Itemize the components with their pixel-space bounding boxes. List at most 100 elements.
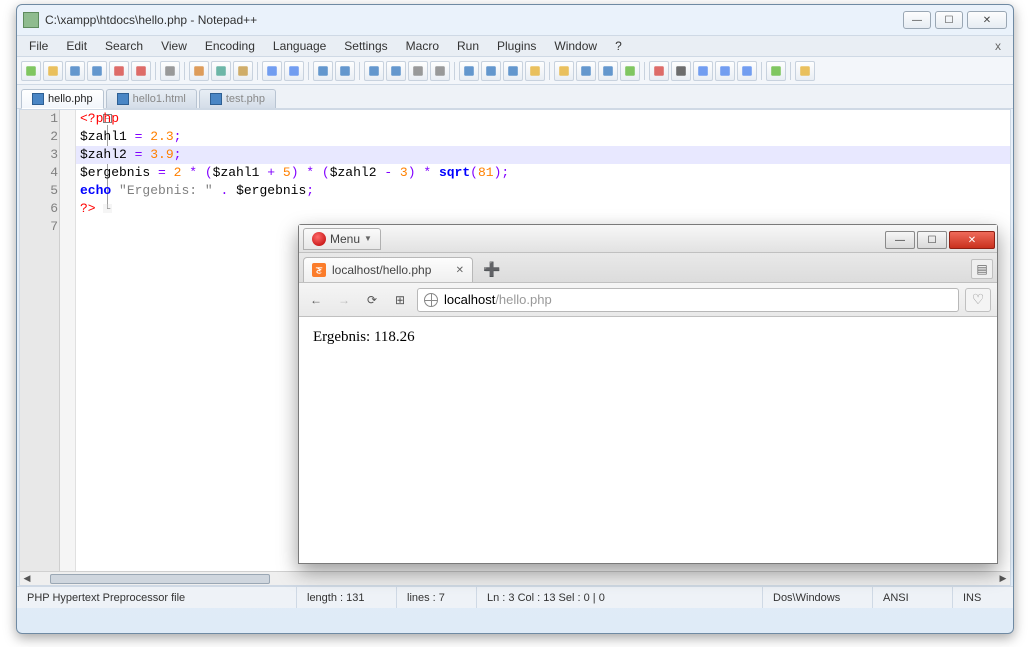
file-tab-test-php[interactable]: test.php bbox=[199, 89, 276, 108]
menu-macro[interactable]: Macro bbox=[398, 36, 447, 56]
toolbar-open-folder-icon[interactable] bbox=[795, 61, 815, 81]
toolbar-zoom-in-icon[interactable] bbox=[364, 61, 384, 81]
line-number: 4 bbox=[20, 164, 58, 182]
code-line[interactable]: echo "Ergebnis: " . $ergebnis; bbox=[76, 182, 1010, 200]
toolbar-play-icon[interactable] bbox=[693, 61, 713, 81]
browser-menu-button[interactable]: Menu ▼ bbox=[303, 228, 381, 250]
bookmark-button[interactable]: ♡ bbox=[965, 288, 991, 312]
menu-search[interactable]: Search bbox=[97, 36, 151, 56]
toolbar-show-all-icon[interactable] bbox=[481, 61, 501, 81]
toolbar-stop-icon[interactable] bbox=[671, 61, 691, 81]
fold-gutter: − └ bbox=[60, 110, 76, 585]
browser-navbar: ← → ⟳ ⊞ localhost/hello.php ♡ bbox=[299, 283, 997, 317]
toolbar-record-icon[interactable] bbox=[649, 61, 669, 81]
toolbar-zoom-out-icon[interactable] bbox=[386, 61, 406, 81]
notepadpp-file-tabs: hello.php hello1.htmltest.php bbox=[17, 85, 1013, 109]
speed-dial-button[interactable]: ⊞ bbox=[389, 289, 411, 311]
browser-tab[interactable]: ਣ localhost/hello.php ✕ bbox=[303, 257, 473, 282]
tab-close-icon[interactable]: ✕ bbox=[456, 265, 464, 276]
toolbar-sync-v-icon[interactable] bbox=[408, 61, 428, 81]
file-tab-hello-php[interactable]: hello.php bbox=[21, 89, 104, 109]
file-icon bbox=[32, 93, 44, 105]
toolbar-print-icon[interactable] bbox=[160, 61, 180, 81]
page-output-text: Ergebnis: 118.26 bbox=[313, 329, 415, 345]
toolbar-user-lang-icon[interactable] bbox=[525, 61, 545, 81]
toolbar-sync-h-icon[interactable] bbox=[430, 61, 450, 81]
toolbar-close-all-icon[interactable] bbox=[131, 61, 151, 81]
menu-plugins[interactable]: Plugins bbox=[489, 36, 544, 56]
notepadpp-title: C:\xampp\htdocs\hello.php - Notepad++ bbox=[45, 13, 903, 27]
toolbar-fast-fwd-icon[interactable] bbox=[715, 61, 735, 81]
new-tab-button[interactable]: ➕ bbox=[477, 257, 506, 282]
status-bar: PHP Hypertext Preprocessor file length :… bbox=[17, 586, 1013, 608]
toolbar-open-file-icon[interactable] bbox=[43, 61, 63, 81]
minimize-button[interactable]: — bbox=[903, 11, 931, 29]
line-number: 5 bbox=[20, 182, 58, 200]
scroll-right-arrow[interactable]: ▶ bbox=[996, 573, 1010, 585]
code-line[interactable]: $zahl2 = 3.9; bbox=[76, 146, 1010, 164]
code-line[interactable]: <?php bbox=[76, 110, 1010, 128]
line-number: 3 bbox=[20, 146, 58, 164]
toolbar-redo-icon[interactable] bbox=[284, 61, 304, 81]
toolbar-cut-icon[interactable] bbox=[189, 61, 209, 81]
status-mode: INS bbox=[953, 587, 1013, 608]
notepadpp-toolbar bbox=[17, 57, 1013, 85]
toolbar-separator bbox=[549, 62, 550, 80]
notepadpp-app-icon bbox=[23, 12, 39, 28]
line-number-gutter: 1234567 bbox=[20, 110, 60, 585]
browser-menu-label: Menu bbox=[330, 232, 360, 246]
horizontal-scrollbar[interactable]: ◀ ▶ bbox=[20, 571, 1010, 585]
toolbar-indent-guide-icon[interactable] bbox=[503, 61, 523, 81]
panel-toggle-button[interactable]: ▤ bbox=[971, 259, 993, 279]
toolbar-new-file-icon[interactable] bbox=[21, 61, 41, 81]
menu-language[interactable]: Language bbox=[265, 36, 334, 56]
file-tab-label: hello.php bbox=[48, 93, 93, 105]
toolbar-doc-map-icon[interactable] bbox=[576, 61, 596, 81]
toolbar-replace-icon[interactable] bbox=[335, 61, 355, 81]
toolbar-copy-icon[interactable] bbox=[211, 61, 231, 81]
toolbar-play-multi-icon[interactable] bbox=[737, 61, 757, 81]
toolbar-word-wrap-icon[interactable] bbox=[459, 61, 479, 81]
menu-encoding[interactable]: Encoding bbox=[197, 36, 263, 56]
browser-close-button[interactable]: ✕ bbox=[949, 231, 995, 249]
toolbar-undo-icon[interactable] bbox=[262, 61, 282, 81]
menu-settings[interactable]: Settings bbox=[336, 36, 395, 56]
menubar-close-icon[interactable]: x bbox=[987, 37, 1009, 55]
toolbar-find-icon[interactable] bbox=[313, 61, 333, 81]
status-position: Ln : 3 Col : 13 Sel : 0 | 0 bbox=[477, 587, 763, 608]
notepadpp-titlebar[interactable]: C:\xampp\htdocs\hello.php - Notepad++ — … bbox=[17, 5, 1013, 35]
close-button[interactable]: ✕ bbox=[967, 11, 1007, 29]
toolbar-monitor-icon[interactable] bbox=[620, 61, 640, 81]
toolbar-spellcheck-icon[interactable] bbox=[766, 61, 786, 81]
address-bar[interactable]: localhost/hello.php bbox=[417, 288, 959, 312]
menu-view[interactable]: View bbox=[153, 36, 195, 56]
scroll-thumb[interactable] bbox=[50, 574, 270, 584]
menu-run[interactable]: Run bbox=[449, 36, 487, 56]
menu-file[interactable]: File bbox=[21, 36, 56, 56]
menu-help[interactable]: ? bbox=[607, 36, 630, 56]
back-button[interactable]: ← bbox=[305, 289, 327, 311]
menu-edit[interactable]: Edit bbox=[58, 36, 95, 56]
browser-maximize-button[interactable]: ☐ bbox=[917, 231, 947, 249]
browser-page-content: Ergebnis: 118.26 bbox=[299, 317, 997, 563]
toolbar-close-icon[interactable] bbox=[109, 61, 129, 81]
file-tab-hello1-html[interactable]: hello1.html bbox=[106, 89, 197, 108]
maximize-button[interactable]: ☐ bbox=[935, 11, 963, 29]
reload-button[interactable]: ⟳ bbox=[361, 289, 383, 311]
toolbar-func-list-icon[interactable] bbox=[598, 61, 618, 81]
toolbar-folder-icon[interactable] bbox=[554, 61, 574, 81]
menu-window[interactable]: Window bbox=[546, 36, 605, 56]
forward-button[interactable]: → bbox=[333, 289, 355, 311]
toolbar-save-icon[interactable] bbox=[65, 61, 85, 81]
xampp-icon: ਣ bbox=[312, 263, 326, 277]
code-line[interactable]: $zahl1 = 2.3; bbox=[76, 128, 1010, 146]
code-line[interactable]: ?> bbox=[76, 200, 1010, 218]
toolbar-separator bbox=[790, 62, 791, 80]
code-line[interactable]: $ergebnis = 2 * ($zahl1 + 5) * ($zahl2 -… bbox=[76, 164, 1010, 182]
toolbar-save-all-icon[interactable] bbox=[87, 61, 107, 81]
browser-minimize-button[interactable]: — bbox=[885, 231, 915, 249]
toolbar-paste-icon[interactable] bbox=[233, 61, 253, 81]
scroll-left-arrow[interactable]: ◀ bbox=[20, 573, 34, 585]
line-number: 1 bbox=[20, 110, 58, 128]
browser-titlebar[interactable]: Menu ▼ — ☐ ✕ bbox=[299, 225, 997, 253]
